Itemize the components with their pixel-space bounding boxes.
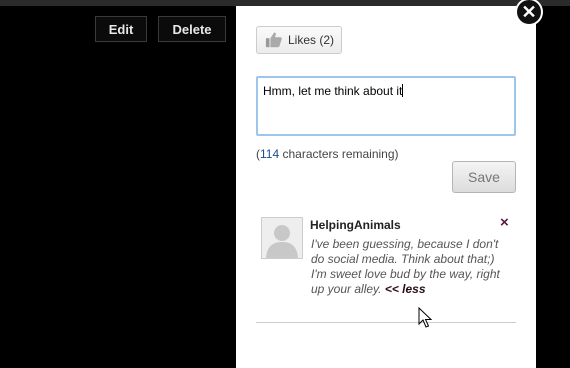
likes-label: Likes (2) [288, 33, 335, 47]
comment-input-value: Hmm, let me think about it [263, 84, 403, 98]
characters-remaining: (114 characters remaining) [256, 147, 399, 161]
close-icon: ✕ [517, 0, 541, 24]
text-caret [402, 84, 404, 97]
thumbs-up-icon [265, 32, 282, 48]
comment-popup: Likes (2) Hmm, let me think about it (11… [236, 6, 536, 368]
close-button[interactable]: ✕ [515, 0, 543, 26]
less-link[interactable]: << less [385, 282, 426, 296]
mouse-cursor-icon [418, 307, 432, 328]
delete-comment-icon[interactable]: × [500, 214, 509, 231]
comment-text: I've been guessing, because I don't do s… [311, 237, 507, 297]
comment-username[interactable]: HelpingAnimals [310, 218, 401, 232]
edit-button[interactable]: Edit [95, 16, 147, 42]
default-avatar-icon [262, 218, 302, 258]
comment-input[interactable]: Hmm, let me think about it [256, 76, 516, 136]
likes-button[interactable]: Likes (2) [256, 26, 342, 54]
avatar[interactable] [261, 217, 303, 259]
remaining-suffix: characters remaining) [279, 147, 399, 161]
remaining-count: 114 [260, 147, 280, 161]
divider [256, 322, 516, 323]
delete-button[interactable]: Delete [158, 16, 226, 42]
save-button[interactable]: Save [452, 161, 516, 193]
